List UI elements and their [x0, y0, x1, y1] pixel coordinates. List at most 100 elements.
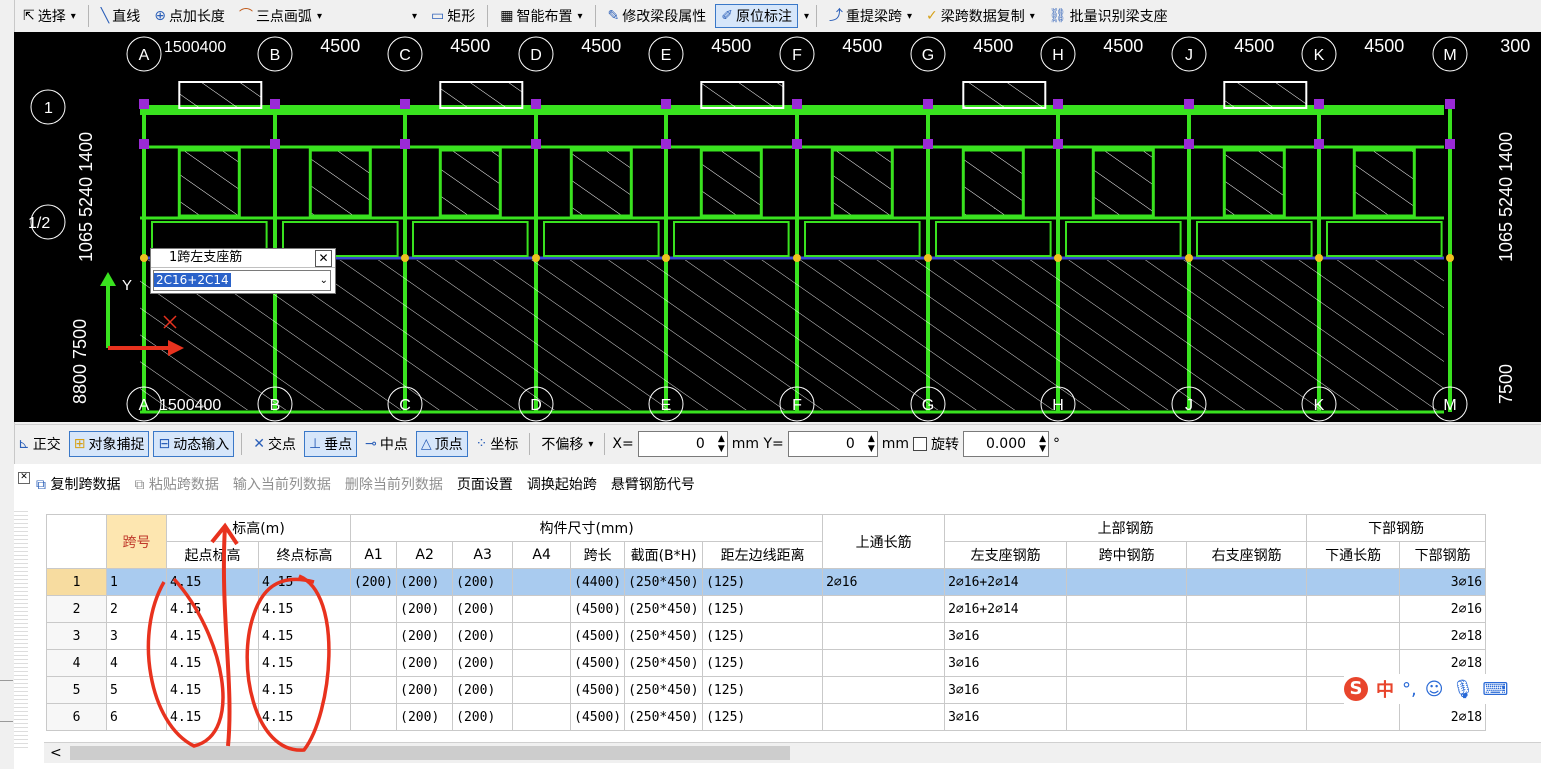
point-length-tool[interactable]: ⊕ 点加长度 [149, 4, 230, 28]
right-support-rebar-cell[interactable] [1186, 568, 1308, 596]
ime-toolbar[interactable]: S 中 °, ☺ 🎙 ⌨ [1344, 674, 1509, 704]
end-elevation-header[interactable]: 终点标高 [258, 541, 351, 569]
row-number[interactable]: 2 [46, 595, 107, 623]
top-long-rebar-cell[interactable] [822, 676, 946, 704]
end-elevation-cell[interactable]: 4.15 [258, 595, 351, 623]
y-input[interactable]: 0 ▲ ▼ [787, 431, 878, 457]
distance-left-header[interactable]: 距左边线距离 [702, 541, 824, 569]
a2-cell[interactable]: (200) [396, 649, 454, 677]
bottom-rebar-cell[interactable]: 2⌀16 [1399, 595, 1487, 623]
row-number[interactable]: 3 [46, 622, 107, 650]
swap-start-span-button[interactable]: 调换起始跨 [527, 474, 597, 494]
span-length-cell[interactable]: (4400) [570, 568, 626, 596]
left-support-rebar-cell[interactable]: 3⌀16 [944, 649, 1068, 677]
shape-dropdown[interactable]: ▾ [405, 4, 422, 28]
section-cell[interactable]: (250*450) [624, 568, 704, 596]
a3-cell[interactable]: (200) [452, 703, 514, 731]
chevron-down-icon[interactable]: ▾ [71, 11, 76, 22]
chevron-down-icon[interactable]: ▾ [588, 439, 593, 450]
left-support-header[interactable]: 左支座钢筋 [944, 541, 1068, 569]
ime-mode[interactable]: 中 [1376, 676, 1394, 702]
a4-cell[interactable] [512, 676, 572, 704]
table-row[interactable]: 4 4 4.15 4.15 (200) (200) (4500) (250*450) (125)… [46, 649, 1487, 677]
rotate-input[interactable]: 0.000 ▲ ▼ [963, 431, 1050, 457]
bottom-rebar-cell[interactable]: 3⌀16 [1399, 568, 1487, 596]
paste-span-data-button[interactable]: ⧉ 粘贴跨数据 [134, 474, 218, 494]
end-elevation-cell[interactable]: 4.15 [258, 568, 351, 596]
bottom-long-rebar-cell[interactable] [1306, 595, 1401, 623]
chevron-down-icon[interactable]: ▾ [577, 11, 582, 22]
bottom-rebar-cell[interactable]: 2⌀18 [1399, 649, 1487, 677]
a3-cell[interactable]: (200) [452, 676, 514, 704]
row-number[interactable]: 1 [46, 568, 107, 596]
mid-span-rebar-cell[interactable] [1066, 595, 1188, 623]
vertex-snap[interactable]: △ 顶点 [415, 431, 468, 457]
offset-mode-select[interactable]: 不偏移 ▾ [537, 431, 597, 457]
mid-span-rebar-cell[interactable] [1066, 649, 1188, 677]
bottom-long-rebar-cell[interactable] [1306, 649, 1401, 677]
midpoint-snap[interactable]: ⊸ 中点 [361, 431, 412, 457]
a1-cell[interactable] [349, 649, 398, 677]
panel-splitter[interactable] [0, 680, 13, 722]
a3-cell[interactable]: (200) [452, 595, 514, 623]
table-row[interactable]: 1 1 4.15 4.15 (200) (200) (200) (4400) (250*450)… [46, 568, 1487, 596]
table-row[interactable]: 2 2 4.15 4.15 (200) (200) (4500) (250*450) (125)… [46, 595, 1487, 623]
right-support-rebar-cell[interactable] [1186, 703, 1308, 731]
left-support-rebar-cell[interactable]: 3⌀16 [944, 703, 1068, 731]
span-number-cell[interactable]: 6 [106, 703, 167, 731]
table-row[interactable]: 6 6 4.15 4.15 (200) (200) (4500) (250*450) (125)… [46, 703, 1487, 731]
in-place-annotation-tool[interactable]: ✐ 原位标注 [715, 4, 798, 28]
a1-cell[interactable] [349, 622, 398, 650]
x-input[interactable]: 0 ▲ ▼ [637, 431, 728, 457]
section-header[interactable]: 截面(B*H) [624, 541, 704, 569]
end-elevation-cell[interactable]: 4.15 [258, 649, 351, 677]
spinner-icon[interactable]: ▲ ▼ [1039, 434, 1046, 454]
top-long-rebar-header[interactable]: 上通长筋 [822, 514, 946, 569]
bottom-long-header[interactable]: 下通长筋 [1306, 541, 1401, 569]
end-elevation-cell[interactable]: 4.15 [258, 676, 351, 704]
span-number-cell[interactable]: 1 [106, 568, 167, 596]
a3-header[interactable]: A3 [452, 541, 514, 569]
bottom-rebar-header[interactable]: 下部钢筋 [1306, 514, 1487, 542]
a3-cell[interactable]: (200) [452, 649, 514, 677]
a4-cell[interactable] [512, 649, 572, 677]
chevron-down-icon[interactable]: ▾ [412, 11, 417, 22]
beam-drawing[interactable]: A A B B 4500 C C 4500 D D 4500 E E 4500 F F 4500 G G 4500 H H… [14, 32, 1541, 422]
spinner-icon[interactable]: ▲ ▼ [868, 434, 875, 454]
bottom-long-rebar-cell[interactable] [1306, 703, 1401, 731]
section-cell[interactable]: (250*450) [624, 622, 704, 650]
rotate-checkbox[interactable] [913, 437, 928, 451]
top-long-rebar-cell[interactable]: 2⌀16 [822, 568, 946, 596]
emoji-icon[interactable]: ☺ [1425, 679, 1444, 700]
row-number[interactable]: 6 [46, 703, 107, 731]
a2-cell[interactable]: (200) [396, 568, 454, 596]
sogou-logo-icon[interactable]: S [1344, 677, 1368, 701]
rebar-value[interactable]: 2C16+2C14 [154, 273, 231, 287]
mid-span-rebar-cell[interactable] [1066, 703, 1188, 731]
input-column-button[interactable]: 输入当前列数据 [233, 474, 331, 494]
chevron-down-icon[interactable]: ▾ [317, 11, 322, 22]
keyboard-icon[interactable]: ⌨ [1482, 679, 1508, 700]
smart-layout-tool[interactable]: ▦ 智能布置 ▾ [495, 4, 587, 28]
table-row[interactable]: 5 5 4.15 4.15 (200) (200) (4500) (250*450) (125)… [46, 676, 1487, 704]
right-support-rebar-cell[interactable] [1186, 622, 1308, 650]
top-long-rebar-cell[interactable] [822, 703, 946, 731]
span-length-cell[interactable]: (4500) [570, 649, 626, 677]
a3-cell[interactable]: (200) [452, 568, 514, 596]
a1-header[interactable]: A1 [349, 541, 398, 569]
top-rebar-header[interactable]: 上部钢筋 [944, 514, 1308, 542]
distance-left-cell[interactable]: (125) [702, 622, 824, 650]
end-elevation-cell[interactable]: 4.15 [258, 703, 351, 731]
a2-cell[interactable]: (200) [396, 676, 454, 704]
perpendicular-snap[interactable]: ⊥ 垂点 [303, 431, 358, 457]
span-number-header[interactable]: 跨号 [106, 514, 167, 569]
span-length-cell[interactable]: (4500) [570, 703, 626, 731]
bottom-long-rebar-cell[interactable] [1306, 622, 1401, 650]
bottom-long-rebar-cell[interactable] [1306, 568, 1401, 596]
distance-left-cell[interactable]: (125) [702, 649, 824, 677]
a2-cell[interactable]: (200) [396, 622, 454, 650]
start-elevation-cell[interactable]: 4.15 [166, 649, 259, 677]
bottom-rebar-cell[interactable]: 2⌀18 [1399, 703, 1487, 731]
chevron-down-icon[interactable]: ▾ [907, 11, 912, 22]
mid-span-rebar-cell[interactable] [1066, 622, 1188, 650]
